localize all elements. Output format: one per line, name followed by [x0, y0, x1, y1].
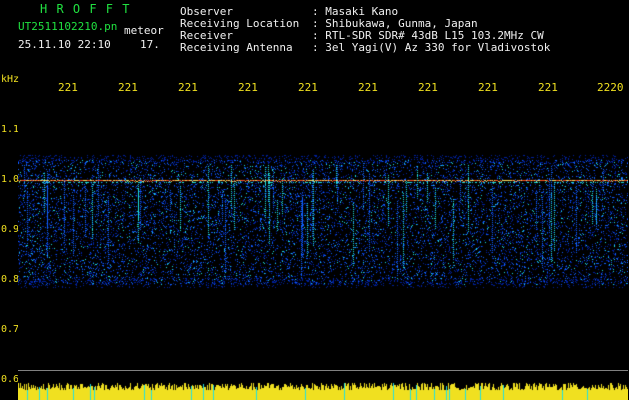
antenna-label: Receiving Antenna — [180, 41, 293, 54]
frame-number-label: 17. — [140, 38, 160, 51]
freq-tick: 0.6 — [1, 374, 20, 385]
time-tick: 221 — [418, 81, 438, 94]
freq-tick: 0.7 — [1, 324, 20, 335]
time-tick: 221 — [238, 81, 258, 94]
detection-type-label: meteor — [124, 24, 164, 37]
time-tick: 221 — [298, 81, 318, 94]
time-tick: 221 — [538, 81, 558, 94]
time-tick: 221 — [478, 81, 498, 94]
time-tick: 221 — [58, 81, 78, 94]
time-tick: 221 — [118, 81, 138, 94]
spectrogram-waterfall — [18, 100, 628, 400]
app-title: H R O F F T — [40, 2, 131, 16]
time-tick: 221 — [358, 81, 378, 94]
date-time-label: 25.11.10 22:10 — [18, 38, 111, 51]
freq-tick: 0.9 — [1, 224, 20, 235]
freq-tick: 1.0 — [1, 174, 20, 185]
time-tick: 2220 — [597, 81, 624, 94]
time-tick: 221 — [178, 81, 198, 94]
y-axis-unit: kHz — [1, 74, 20, 85]
baseline-divider — [18, 370, 628, 371]
filename-label: UT2511102210.pn — [18, 20, 118, 33]
freq-tick: 1.1 — [1, 124, 20, 135]
antenna-value: : 3el Yagi(V) Az 330 for Vladivostok — [312, 41, 551, 54]
freq-tick: 0.8 — [1, 274, 20, 285]
